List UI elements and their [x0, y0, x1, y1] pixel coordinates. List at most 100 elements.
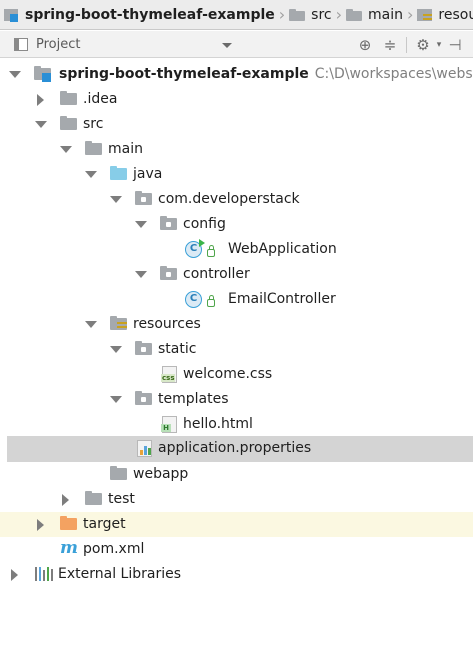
folder-icon: [135, 391, 153, 407]
collapsed-arrow-icon[interactable]: [37, 519, 44, 531]
tree-node-label: controller: [183, 266, 250, 282]
tree-node-label: hello.html: [183, 416, 253, 432]
folder-icon: [60, 116, 78, 132]
tree-node-config[interactable]: config: [0, 212, 473, 237]
package-icon: [160, 266, 178, 282]
collapse-all-icon[interactable]: ≑: [381, 36, 399, 54]
access-lock-icon: [207, 295, 215, 307]
tree-node-hello-html[interactable]: H hello.html: [0, 412, 473, 437]
tree-node-label: EmailController: [228, 291, 336, 307]
breadcrumb-label: resources: [438, 6, 473, 23]
locate-icon[interactable]: ⊕: [356, 36, 374, 54]
folder-icon: [60, 91, 78, 107]
tree-node-application-properties[interactable]: application.properties: [7, 436, 473, 462]
tree-node-label: .idea: [83, 91, 118, 107]
tree-node-templates[interactable]: templates: [0, 387, 473, 412]
tree-node-web-application[interactable]: C WebApplication: [0, 237, 473, 262]
tree-node-main[interactable]: main: [0, 137, 473, 162]
runnable-marker-icon: [199, 239, 205, 247]
tree-node-welcome-css[interactable]: css welcome.css: [0, 362, 473, 387]
expanded-arrow-icon[interactable]: [60, 146, 72, 153]
hide-icon[interactable]: ⊣: [446, 36, 464, 54]
expanded-arrow-icon[interactable]: [135, 271, 147, 278]
expanded-arrow-icon[interactable]: [110, 396, 122, 403]
folder-icon: [135, 341, 153, 357]
folder-icon: [289, 8, 306, 21]
excluded-folder-icon: [60, 516, 78, 532]
folder-icon: [346, 8, 363, 21]
tree-node-label: External Libraries: [58, 566, 181, 582]
tree-node-label: java: [133, 166, 163, 182]
expanded-arrow-icon[interactable]: [85, 321, 97, 328]
project-path: C:\D\workspaces\website_m: [314, 66, 473, 82]
tree-node-label: application.properties: [158, 440, 312, 456]
toolbar-divider: [406, 37, 407, 53]
folder-icon: [85, 491, 103, 507]
expanded-arrow-icon[interactable]: [85, 171, 97, 178]
tree-node-external-libraries[interactable]: External Libraries: [0, 562, 473, 587]
navigation-breadcrumb: spring-boot-thymeleaf-example › src › ma…: [0, 0, 473, 30]
collapsed-arrow-icon[interactable]: [37, 94, 44, 106]
folder-icon: [110, 466, 128, 482]
tree-node-label: resources: [133, 316, 201, 332]
tree-node-target[interactable]: target: [0, 512, 473, 537]
class-icon: C: [185, 291, 202, 308]
tree-node-src[interactable]: src: [0, 112, 473, 137]
css-file-icon: css: [161, 366, 177, 383]
expanded-arrow-icon[interactable]: [110, 196, 122, 203]
tree-node-label: src: [83, 116, 104, 132]
breadcrumb-item-main[interactable]: main: [342, 0, 407, 29]
tree-node-label: templates: [158, 391, 229, 407]
tree-node-static[interactable]: static: [0, 337, 473, 362]
tool-window-title[interactable]: Project: [36, 37, 80, 52]
resources-folder-icon: [110, 316, 128, 332]
resources-folder-icon: [417, 8, 433, 22]
tree-node-label: webapp: [133, 466, 189, 482]
properties-file-icon: [137, 440, 152, 457]
expanded-arrow-icon[interactable]: [35, 121, 47, 128]
access-lock-icon: [207, 245, 215, 257]
view-dropdown-icon[interactable]: [222, 43, 232, 48]
tree-node-test[interactable]: test: [0, 487, 473, 512]
breadcrumb-item-project[interactable]: spring-boot-thymeleaf-example: [0, 0, 279, 29]
tree-node-label: test: [108, 491, 135, 507]
tree-node-email-controller[interactable]: C EmailController: [0, 287, 473, 312]
breadcrumb-label: spring-boot-thymeleaf-example: [25, 6, 275, 23]
tree-node-resources[interactable]: resources: [0, 312, 473, 337]
project-view-icon: [14, 37, 28, 51]
html-file-icon: H: [161, 416, 177, 433]
maven-icon: m: [60, 538, 78, 558]
breadcrumb-item-src[interactable]: src: [285, 0, 335, 29]
package-icon: [135, 191, 153, 207]
tree-node-java[interactable]: java: [0, 162, 473, 187]
project-tool-window-header: Project ⊕ ≑ ⚙ ▾ ⊣: [0, 31, 473, 58]
tree-node-label: main: [108, 141, 143, 157]
module-folder-icon: [34, 66, 52, 82]
tree-node-label: spring-boot-thymeleaf-example C:\D\worksp…: [59, 65, 473, 83]
tree-node-webapp[interactable]: webapp: [0, 462, 473, 487]
tree-node-pom[interactable]: m pom.xml: [0, 537, 473, 562]
tree-node-label: com.developerstack: [158, 191, 300, 207]
tree-node-root[interactable]: spring-boot-thymeleaf-example C:\D\worksp…: [0, 62, 473, 87]
tree-node-label: pom.xml: [83, 541, 145, 557]
tree-node-idea[interactable]: .idea: [0, 87, 473, 112]
expanded-arrow-icon[interactable]: [110, 346, 122, 353]
libraries-icon: [35, 567, 53, 581]
project-tree: spring-boot-thymeleaf-example C:\D\worksp…: [0, 59, 473, 647]
collapsed-arrow-icon[interactable]: [62, 494, 69, 506]
breadcrumb-label: main: [368, 6, 404, 23]
breadcrumb-label: src: [311, 6, 332, 23]
package-icon: [160, 216, 178, 232]
tree-node-package-root[interactable]: com.developerstack: [0, 187, 473, 212]
folder-icon: [85, 141, 103, 157]
tree-node-label: static: [158, 341, 197, 357]
expanded-arrow-icon[interactable]: [9, 71, 21, 78]
tree-node-label: target: [83, 516, 126, 532]
collapsed-arrow-icon[interactable]: [11, 569, 18, 581]
tree-node-controller[interactable]: controller: [0, 262, 473, 287]
tree-node-label: welcome.css: [183, 366, 273, 382]
module-icon: [4, 8, 20, 22]
expanded-arrow-icon[interactable]: [135, 221, 147, 228]
breadcrumb-item-resources[interactable]: resources: [413, 0, 473, 29]
tree-node-label: config: [183, 216, 226, 232]
